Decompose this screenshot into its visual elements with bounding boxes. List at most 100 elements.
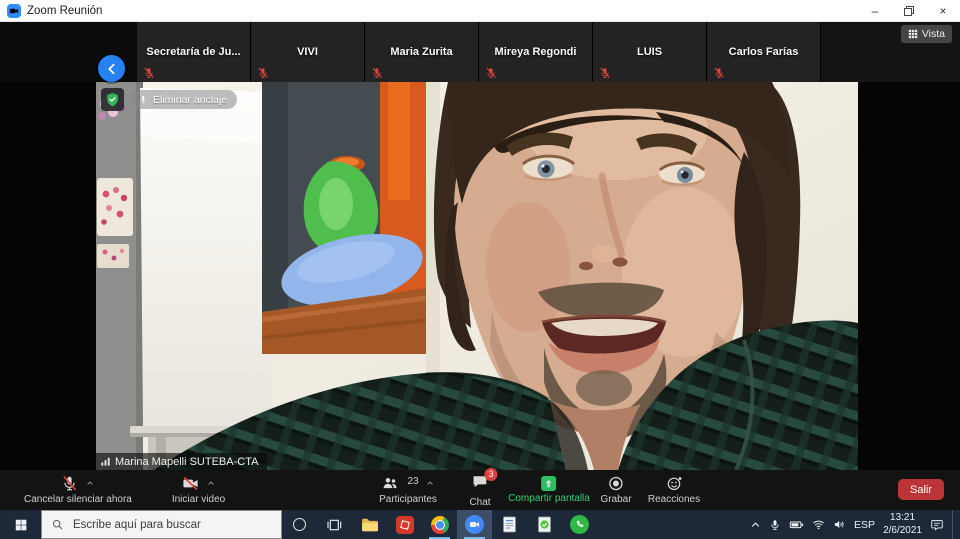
whatsapp-icon: [570, 515, 589, 534]
reactions-button[interactable]: Reacciones: [648, 470, 700, 510]
participant-name: VIVI: [297, 46, 318, 58]
folder-icon: [360, 515, 380, 535]
window-titlebar: Zoom Reunión – ×: [0, 0, 960, 22]
taskbar-clock[interactable]: 13:21 2/6/2021: [883, 512, 922, 537]
participant-tile[interactable]: Maria Zurita: [365, 22, 479, 82]
arrow-up-icon: [543, 477, 556, 490]
system-tray: ESP 13:21 2/6/2021: [750, 510, 960, 539]
taskbar-search[interactable]: [41, 510, 282, 539]
action-center-button[interactable]: [930, 518, 944, 532]
chevron-up-icon[interactable]: [427, 479, 435, 487]
participant-name: LUIS: [637, 46, 662, 58]
muted-mic-icon: [599, 67, 611, 79]
windows-logo-icon: [14, 518, 28, 532]
participant-tiles: Secretaría de Ju... VIVI Maria Zurita Mi…: [137, 22, 960, 82]
show-hidden-icons-button[interactable]: [750, 519, 761, 530]
restore-button[interactable]: [892, 0, 926, 21]
document-icon: [500, 515, 519, 534]
phone-icon: [574, 519, 586, 531]
main-stage: Eliminar anclaje Marina Mapelli SUTEBA-C…: [0, 82, 960, 470]
document-app-button[interactable]: [492, 510, 527, 539]
remove-pin-button[interactable]: Eliminar anclaje: [131, 90, 237, 109]
speaker-video: Eliminar anclaje Marina Mapelli SUTEBA-C…: [96, 82, 858, 470]
show-desktop-button[interactable]: [952, 510, 957, 539]
speaker-name-tag: Marina Mapelli SUTEBA-CTA: [96, 453, 267, 470]
start-video-button[interactable]: Iniciar video: [172, 470, 225, 510]
clock-time: 13:21: [883, 512, 922, 525]
zoom-taskbar-button[interactable]: [457, 510, 492, 539]
notification-icon: [930, 518, 944, 532]
chevron-up-icon[interactable]: [207, 479, 215, 487]
red-app-button[interactable]: [387, 510, 422, 539]
share-screen-icon: [542, 476, 557, 491]
participants-button[interactable]: 23 Participantes: [379, 470, 437, 510]
mute-button[interactable]: Cancelar silenciar ahora: [24, 470, 132, 510]
scroll-left-button[interactable]: [98, 55, 125, 82]
cortana-button[interactable]: [282, 510, 317, 539]
battery-button[interactable]: [789, 517, 804, 532]
muted-mic-icon: [485, 67, 497, 79]
record-icon: [608, 475, 625, 492]
windows-taskbar: ESP 13:21 2/6/2021: [0, 510, 960, 539]
tray-mic-button[interactable]: [769, 519, 781, 531]
grid-view-icon: [908, 29, 918, 39]
share-screen-button[interactable]: Compartir pantalla: [508, 470, 590, 510]
search-icon: [51, 518, 64, 531]
window-controls: – ×: [858, 0, 960, 21]
participant-name: Secretaría de Ju...: [146, 46, 240, 58]
task-view-button[interactable]: [317, 510, 352, 539]
chat-badge: 3: [485, 468, 498, 481]
zoom-app-icon: [7, 4, 21, 18]
search-input[interactable]: [71, 518, 256, 532]
close-button[interactable]: ×: [926, 0, 960, 21]
whatsapp-button[interactable]: [562, 510, 597, 539]
leave-meeting-button[interactable]: Salir: [898, 479, 944, 500]
speaker-name: Marina Mapelli SUTEBA-CTA: [115, 456, 258, 468]
start-button[interactable]: [0, 510, 41, 539]
chevron-up-icon: [750, 519, 761, 530]
video-feed-image: [96, 82, 858, 470]
chat-label: Chat: [469, 497, 490, 508]
participants-label: Participantes: [379, 494, 437, 505]
restore-icon: [903, 5, 915, 17]
minimize-button[interactable]: –: [858, 0, 892, 21]
participant-name: Maria Zurita: [390, 46, 452, 58]
language-indicator[interactable]: ESP: [854, 519, 875, 531]
file-explorer-button[interactable]: [352, 510, 387, 539]
cortana-icon: [293, 518, 306, 531]
reactions-label: Reacciones: [648, 494, 700, 505]
chrome-icon: [431, 516, 449, 534]
chevron-left-icon: [104, 61, 120, 77]
window-title: Zoom Reunión: [27, 5, 102, 17]
participant-tile[interactable]: Secretaría de Ju...: [137, 22, 251, 82]
view-button[interactable]: Vista: [901, 25, 952, 43]
microphone-icon: [769, 519, 781, 531]
volume-button[interactable]: [833, 518, 846, 531]
toolbar-left-group: Cancelar silenciar ahora Iniciar video: [24, 470, 225, 510]
view-button-label: Vista: [922, 28, 945, 40]
mute-button-label: Cancelar silenciar ahora: [24, 494, 132, 505]
participant-strip: Secretaría de Ju... VIVI Maria Zurita Mi…: [0, 22, 960, 82]
muted-mic-icon: [143, 67, 155, 79]
mic-muted-icon: [61, 475, 78, 492]
chat-button[interactable]: 3 Chat: [469, 470, 490, 510]
encryption-shield-button[interactable]: [101, 88, 124, 111]
participant-tile[interactable]: Carlos Farías: [707, 22, 821, 82]
camera-icon: [469, 519, 480, 530]
task-view-icon: [327, 517, 343, 533]
network-button[interactable]: [812, 518, 825, 531]
muted-mic-icon: [257, 67, 269, 79]
green-app-button[interactable]: [527, 510, 562, 539]
start-video-label: Iniciar video: [172, 494, 225, 505]
camera-off-icon: [182, 475, 199, 492]
chevron-up-icon[interactable]: [86, 479, 94, 487]
participant-name: Carlos Farías: [729, 46, 799, 58]
chrome-button[interactable]: [422, 510, 457, 539]
participant-tile[interactable]: Mireya Regondi: [479, 22, 593, 82]
muted-mic-icon: [713, 67, 725, 79]
participant-tile[interactable]: LUIS: [593, 22, 707, 82]
participant-tile[interactable]: VIVI: [251, 22, 365, 82]
record-label: Grabar: [600, 494, 631, 505]
pin-icon: [138, 95, 148, 105]
record-button[interactable]: Grabar: [600, 470, 631, 510]
